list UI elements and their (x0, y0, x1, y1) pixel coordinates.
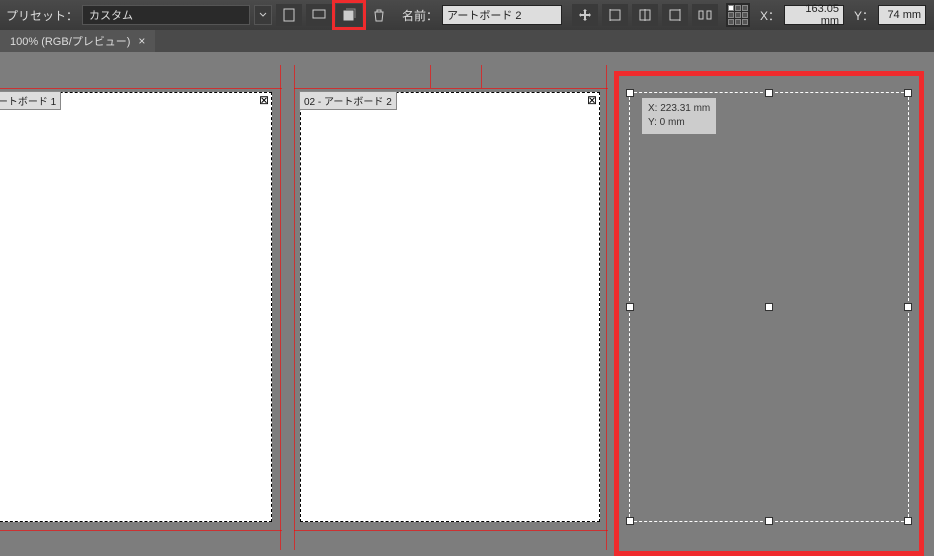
guide-line (294, 65, 295, 550)
landscape-icon[interactable] (306, 4, 332, 26)
artboard-close-icon[interactable]: ⊠ (587, 93, 597, 107)
dropdown-arrow-icon[interactable] (254, 5, 272, 25)
artboard-name-input[interactable]: アートボード 2 (442, 5, 562, 25)
guide-tick (481, 65, 482, 88)
artboard-label: 1 - アートボード 1 (0, 91, 61, 110)
resize-handle[interactable] (765, 89, 773, 97)
guide-line (0, 88, 282, 89)
resize-handle[interactable] (626, 303, 634, 311)
align-right-icon[interactable] (662, 4, 688, 26)
distribute-icon[interactable] (692, 4, 718, 26)
y-label: Y： (854, 7, 874, 24)
tab-title: 100% (RGB/プレビュー) (10, 33, 130, 49)
tooltip-y: Y: 0 mm (648, 116, 710, 130)
align-center-icon[interactable] (632, 4, 658, 26)
resize-handle[interactable] (904, 517, 912, 525)
document-tab[interactable]: 100% (RGB/プレビュー) × (0, 30, 155, 52)
artboard-close-icon[interactable]: ⊠ (259, 93, 269, 107)
guide-line (280, 65, 281, 550)
resize-handle[interactable] (765, 517, 773, 525)
y-input[interactable]: 74 mm (878, 5, 926, 25)
resize-handle[interactable] (904, 303, 912, 311)
artboard-2[interactable]: 02 - アートボード 2 ⊠ (300, 92, 600, 522)
control-bar: プリセット： カスタム 名前： アートボード 2 X： 163.05 mm Y：… (0, 0, 934, 30)
resize-handle[interactable] (626, 517, 634, 525)
close-icon[interactable]: × (138, 34, 145, 48)
center-handle[interactable] (765, 303, 773, 311)
guide-line (294, 530, 608, 531)
portrait-icon[interactable] (276, 4, 302, 26)
guide-tick (430, 65, 431, 88)
resize-handle[interactable] (904, 89, 912, 97)
artboard-label: 02 - アートボード 2 (299, 91, 397, 110)
guide-line (606, 65, 607, 550)
trash-icon[interactable] (366, 4, 392, 26)
preset-dropdown[interactable]: カスタム (82, 5, 250, 25)
name-label: 名前： (402, 7, 438, 24)
tooltip-x: X: 223.31 mm (648, 102, 710, 116)
artboard-1[interactable]: 1 - アートボード 1 ⊠ (0, 92, 272, 522)
x-label: X： (760, 7, 780, 24)
align-left-icon[interactable] (602, 4, 628, 26)
resize-handle[interactable] (626, 89, 634, 97)
new-artboard-icon[interactable] (336, 4, 362, 26)
x-input[interactable]: 163.05 mm (784, 5, 844, 25)
new-artboard-selection[interactable] (629, 92, 909, 522)
guide-line (0, 530, 282, 531)
canvas-area[interactable]: 1 - アートボード 1 ⊠ 02 - アートボード 2 ⊠ X: 223.31… (0, 52, 934, 550)
guide-line (294, 88, 608, 89)
preset-label: プリセット： (6, 7, 78, 24)
coordinate-tooltip: X: 223.31 mm Y: 0 mm (642, 98, 716, 134)
document-tab-bar: 100% (RGB/プレビュー) × (0, 30, 934, 52)
reference-point-icon[interactable] (726, 3, 750, 27)
move-artwork-icon[interactable] (572, 4, 598, 26)
